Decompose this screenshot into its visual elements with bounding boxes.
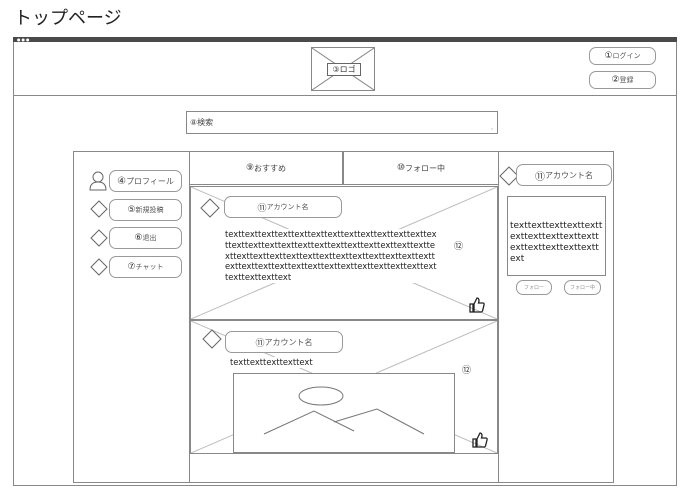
tab-recommended-number: ⑨ [245,163,255,173]
user-icon [89,171,107,191]
tab-recommended-label: おすすめ [254,163,287,173]
login-number: ① [604,51,613,61]
chat-number: ⑦ [127,262,136,272]
post-account-name[interactable]: ⑪ アカウント名 [225,331,343,353]
post-card[interactable]: ⑪ アカウント名 texttexttexttexttexttexttexttex… [190,186,498,320]
post-badge-number: ⑫ [462,366,472,376]
right-account-label: アカウント名 [545,170,593,180]
search-placeholder: 検索 [197,118,214,127]
profile-label: プロフィール [126,176,174,186]
sidebar-item-new-post[interactable]: ⑤ 新規投稿 [109,199,182,221]
tab-following-label: フォロー中 [405,163,446,173]
logout-number: ⑥ [134,233,143,243]
new-post-label: 新規投稿 [135,206,164,214]
sidebar-item-chat[interactable]: ⑦ チャット [109,256,182,278]
post-account-number: ⑪ [255,338,265,349]
post-account-name[interactable]: ⑪ アカウント名 [224,196,342,218]
login-label: ログイン [612,52,641,60]
following-button[interactable]: フォロー中 [564,280,601,295]
logout-diamond-icon [90,229,108,247]
tab-following-number: ⑩ [396,163,406,173]
post-card[interactable]: ⑪ アカウント名 texttexttexttexttext ⑫ [190,320,498,454]
sidebar-item-logout[interactable]: ⑥ 退出 [109,227,182,249]
search-icon: ◦ [490,126,494,133]
sidebar-item-profile[interactable]: ④ プロフィール [109,170,182,192]
profile-number: ④ [117,175,127,187]
right-account-name[interactable]: ⑪ アカウント名 [516,164,612,186]
signup-number: ② [611,75,620,85]
search-input[interactable]: ⑧検索 ◦ [186,111,498,134]
new-post-number: ⑤ [127,205,136,215]
page-title: トップページ [14,8,122,29]
new-post-diamond-icon [90,200,108,218]
post-image-placeholder[interactable] [233,373,455,453]
chat-label: チャット [135,263,164,271]
follow-button[interactable]: フォロー [516,280,552,295]
account-diamond-icon [200,198,220,218]
chat-diamond-icon [90,258,108,276]
profile-bio-card: texttexttexttexttexttexttexttexttexttext… [507,196,606,276]
signup-button[interactable]: ② 登録 [589,71,656,89]
post-account-label: アカウント名 [266,203,309,211]
login-button[interactable]: ① ログイン [589,47,656,65]
image-placeholder-icon [263,386,425,435]
right-account-number: ⑪ [535,171,545,183]
right-column-divider [498,151,499,483]
tab-following[interactable]: ⑩ フォロー中 [343,151,499,185]
post-badge-number: ⑫ [454,242,464,252]
logo-label: ③ロゴ [327,63,361,76]
logo-placeholder[interactable]: ③ロゴ [311,47,375,91]
post-account-label: アカウント名 [264,337,313,347]
post-account-number: ⑪ [257,203,267,214]
tab-recommended[interactable]: ⑨ おすすめ [189,151,343,185]
thumbs-up-icon[interactable] [469,297,485,313]
account-diamond-icon [202,329,222,349]
post-body-text: texttexttexttexttext [230,357,313,368]
post-body-text: texttexttexttexttexttexttexttexttexttext… [225,229,439,283]
window-dots-icon: ●●● [17,37,31,42]
profile-bio-text: texttexttexttexttexttexttexttexttexttext… [510,221,603,264]
thumbs-up-icon[interactable] [472,432,488,448]
logout-label: 退出 [142,234,157,242]
signup-label: 登録 [619,76,634,84]
